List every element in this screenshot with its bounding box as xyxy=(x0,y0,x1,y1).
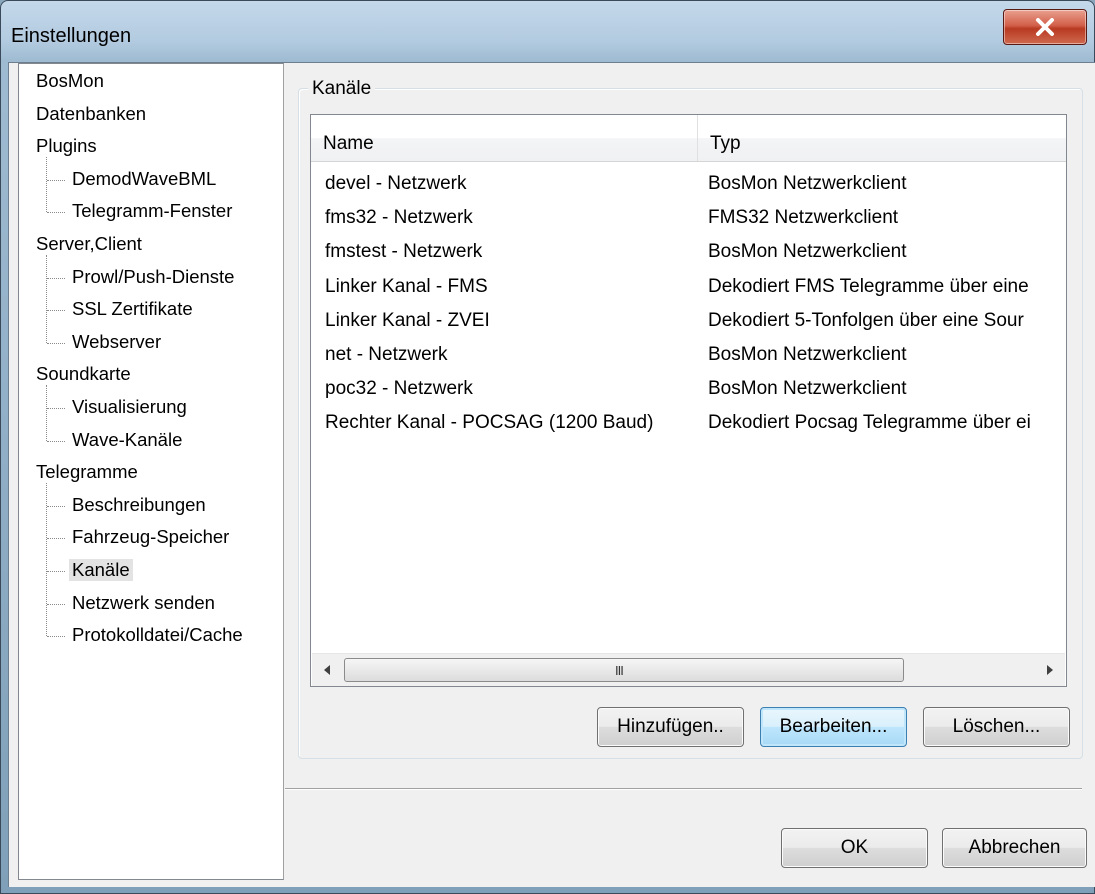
tree-child-item[interactable]: DemodWaveBML xyxy=(69,168,219,190)
cell-type: Dekodiert Pocsag Telegramme über ei xyxy=(708,412,1031,434)
tree-connector-line xyxy=(46,255,47,343)
cell-type: FMS32 Netzwerkclient xyxy=(708,207,899,229)
arrow-left-icon xyxy=(324,665,330,675)
list-row[interactable]: Linker Kanal - ZVEI Dekodiert 5-Tonfolgen… xyxy=(311,304,1066,338)
tree-connector-line xyxy=(46,385,47,441)
cell-name: fmstest - Netzwerk xyxy=(325,241,483,263)
list-row[interactable]: poc32 - Netzwerk BosMon Netzwerkclient xyxy=(311,372,1066,406)
cell-type: Dekodiert 5-Tonfolgen über eine Sour xyxy=(708,309,1024,331)
tree-child-item[interactable]: SSL Zertifikate xyxy=(69,298,196,320)
cell-type: Dekodiert FMS Telegramme über eine xyxy=(708,275,1029,297)
list-row[interactable]: Linker Kanal - FMS Dekodiert FMS Telegram… xyxy=(311,270,1066,304)
delete-button[interactable]: Löschen... xyxy=(923,707,1070,747)
list-row[interactable]: fms32 - Netzwerk FMS32 Netzwerkclient xyxy=(311,201,1066,235)
scroll-right-button[interactable] xyxy=(1035,654,1065,686)
tree-child-item[interactable]: Wave-Kanäle xyxy=(69,429,185,451)
channels-group-label: Kanäle xyxy=(308,78,376,100)
close-icon xyxy=(1036,18,1054,36)
tree-connector-line xyxy=(47,277,65,279)
tree-connector-line xyxy=(46,157,47,213)
scroll-left-button[interactable] xyxy=(312,654,342,686)
column-header-name[interactable]: Name xyxy=(311,115,697,161)
tree-child-item[interactable]: Telegramm-Fenster xyxy=(69,200,235,222)
edit-button[interactable]: Bearbeiten... xyxy=(760,707,907,747)
settings-tree[interactable]: BosMon Datenbanken Plugins DemodWaveBML Tele… xyxy=(18,63,284,880)
tree-connector-line xyxy=(47,179,65,181)
tree-connector-line xyxy=(47,440,65,442)
cell-name: devel - Netzwerk xyxy=(325,173,467,194)
tree-connector-line xyxy=(47,571,65,572)
tree-root-item[interactable]: Plugins xyxy=(33,135,100,157)
cell-type: BosMon Netzwerkclient xyxy=(708,241,907,263)
tree-connector-line xyxy=(47,538,65,540)
cell-type: BosMon Netzwerkclient xyxy=(708,173,907,194)
cell-name: Rechter Kanal - POCSAG (1200 Baud) xyxy=(325,412,654,434)
list-row[interactable]: net - Netzwerk BosMon Netzwerkclient xyxy=(311,338,1066,372)
tree-connector-line xyxy=(47,636,65,638)
list-row[interactable]: fmstest - Netzwerk BosMon Netzwerkclient xyxy=(311,235,1066,269)
title-bar[interactable]: Einstellungen xyxy=(1,1,1094,63)
tree-connector-line xyxy=(47,212,65,214)
tree-connector-line xyxy=(47,408,65,409)
tree-root-item[interactable]: Soundkarte xyxy=(33,363,134,385)
tree-connector-line xyxy=(47,505,65,507)
column-header-type[interactable]: Typ xyxy=(698,115,1066,161)
separator-line xyxy=(285,788,1082,790)
tree-connector-line xyxy=(47,342,65,344)
tree-root-item[interactable]: Telegramme xyxy=(33,461,141,483)
cell-name: Linker Kanal - ZVEI xyxy=(325,309,490,331)
tree-child-item[interactable]: Visualisierung xyxy=(69,396,190,418)
tree-root-item[interactable]: Server,Client xyxy=(33,233,145,255)
tree-root-item[interactable]: Datenbanken xyxy=(33,103,149,125)
tree-child-item[interactable]: Prowl/Push-Dienste xyxy=(69,266,237,288)
tree-child-item[interactable]: Protokolldatei/Cache xyxy=(69,624,246,646)
add-button[interactable]: Hinzufügen.. xyxy=(597,707,744,747)
list-row[interactable]: Rechter Kanal - POCSAG (1200 Baud) Dekodi… xyxy=(311,406,1066,440)
cell-type: BosMon Netzwerkclient xyxy=(708,378,907,400)
cancel-button[interactable]: Abbrechen xyxy=(942,828,1087,868)
tree-child-item[interactable]: Webserver xyxy=(69,331,164,353)
close-button[interactable] xyxy=(1003,9,1087,45)
arrow-right-icon xyxy=(1047,665,1053,675)
tree-root-item[interactable]: BosMon xyxy=(33,70,107,92)
channels-list[interactable]: Name Typ devel - Netzwerk BosMon Netzwerk… xyxy=(310,114,1067,687)
scrollbar-grip: III xyxy=(615,663,624,678)
cell-name: poc32 - Netzwerk xyxy=(325,378,473,400)
tree-child-item[interactable]: Fahrzeug-Speicher xyxy=(69,526,232,548)
tree-connector-line xyxy=(47,310,65,312)
ok-button[interactable]: OK xyxy=(781,828,928,868)
tree-child-item[interactable]: Beschreibungen xyxy=(69,494,209,516)
list-row[interactable]: devel - Netzwerk BosMon Netzwerkclient xyxy=(311,167,1066,201)
window-title: Einstellungen xyxy=(11,25,132,47)
scrollbar-thumb[interactable]: III xyxy=(344,658,904,682)
cell-type: BosMon Netzwerkclient xyxy=(708,344,907,365)
cell-name: Linker Kanal - FMS xyxy=(325,275,488,297)
cell-name: fms32 - Netzwerk xyxy=(325,207,473,229)
horizontal-scrollbar[interactable]: III xyxy=(312,653,1065,686)
list-header: Name Typ xyxy=(311,115,1066,162)
tree-connector-line xyxy=(47,603,65,605)
tree-child-item[interactable]: Netzwerk senden xyxy=(69,592,218,614)
tree-child-item[interactable]: Kanäle xyxy=(69,559,133,581)
cell-name: net - Netzwerk xyxy=(325,344,448,365)
